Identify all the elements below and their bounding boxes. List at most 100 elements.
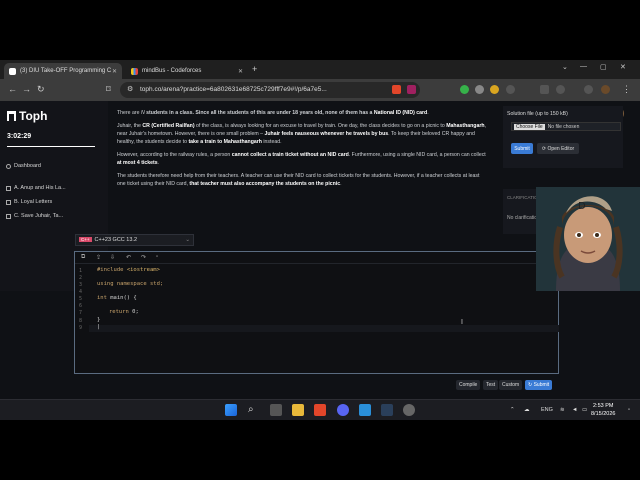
discord-icon[interactable]	[337, 404, 349, 416]
url-text: toph.co/arena?practice=6a802631e68725c72…	[140, 86, 327, 93]
battery-icon[interactable]: ▭	[582, 407, 587, 413]
custom-button[interactable]: Custom	[499, 380, 523, 390]
maximize-icon[interactable]: ▢	[600, 63, 607, 71]
back-icon[interactable]: ←	[8, 84, 17, 94]
vscode-icon[interactable]	[359, 404, 371, 416]
sidebar-item-problem-b[interactable]: B. Loyal Letters	[6, 199, 52, 205]
search-icon[interactable]: ⌕	[248, 404, 260, 416]
clock-time: 2:53 PM	[592, 403, 614, 409]
toph-favicon-icon	[9, 67, 16, 75]
tab-toph[interactable]: (3) DIU Take-OFF Programming C ✕	[4, 63, 122, 79]
clock[interactable]: 2:53 PM 8/15/2026	[591, 402, 615, 418]
address-bar[interactable]: toph.co/arena?practice=6a802631e68725c72…	[120, 82, 420, 98]
undo-icon[interactable]: ↶	[126, 254, 131, 261]
brave-shield-icon[interactable]	[392, 85, 401, 94]
tab-label: (3) DIU Take-OFF Programming C	[20, 68, 112, 74]
problem-paragraph: Juhair, the CR (Certified Railfan) of th…	[117, 123, 486, 145]
onedrive-icon[interactable]: ☁	[524, 407, 530, 413]
close-tab-icon[interactable]: ✕	[238, 68, 243, 75]
tab-search-icon[interactable]: ⌄	[562, 63, 568, 71]
chevron-down-icon: ⌄	[185, 237, 190, 243]
minimize-icon[interactable]: —	[580, 63, 587, 70]
logo-text: Toph	[19, 109, 48, 123]
problem-paragraph: However, according to the railway rules,…	[117, 152, 486, 166]
line-number: 8	[79, 318, 83, 324]
browser-toolbar: ← → ↻ ⌑ toph.co/arena?practice=6a802631e…	[0, 79, 640, 101]
taskbar: ⌕ ⌃ ☁ ENG ≋ ◄ ▭ 2:53 PM 8/15/2026 ▫	[0, 399, 640, 420]
wallet-icon[interactable]	[584, 85, 593, 94]
brave-rewards-icon[interactable]	[407, 85, 416, 94]
download-icon[interactable]: ⇩	[110, 254, 115, 261]
bookmarks-icon[interactable]: ⌑	[106, 84, 111, 94]
problem-paragraph: The students therefore need help from th…	[117, 173, 480, 187]
extension-yellow-icon[interactable]	[490, 85, 499, 94]
extension-gray-icon[interactable]	[475, 85, 484, 94]
sidebar-item-label: A. Anup and His La...	[14, 185, 66, 191]
site-info-icon[interactable]: ⚙	[127, 85, 133, 95]
chevron-up-icon[interactable]: ⌃	[510, 407, 515, 413]
wifi-icon[interactable]: ≋	[560, 407, 565, 413]
browser-tab-strip: (3) DIU Take-OFF Programming C ✕ mindBus…	[0, 60, 640, 79]
solution-upload-box: Solution file (up to 150 kB) Choose File…	[503, 106, 623, 168]
file-chooser[interactable]: Choose File No file chosen	[511, 122, 621, 131]
line-number: 9	[79, 325, 83, 331]
copy-icon[interactable]: ⧉	[81, 254, 85, 261]
extension-green-icon[interactable]	[460, 85, 469, 94]
toph-logo[interactable]: Toph	[7, 109, 47, 123]
menu-icon[interactable]: ⋮	[622, 84, 631, 94]
sidebar-item-problem-a[interactable]: A. Anup and His La...	[6, 185, 66, 191]
codeforces-favicon-icon	[131, 67, 138, 75]
obs-icon[interactable]	[403, 404, 415, 416]
line-number: 6	[79, 303, 83, 309]
code-line: int main() {	[97, 295, 137, 301]
screen: (3) DIU Take-OFF Programming C ✕ mindBus…	[0, 60, 640, 420]
open-editor-button[interactable]: ⟳ Open Editor	[537, 143, 579, 154]
submit-file-button[interactable]: Submit	[511, 143, 533, 154]
sidebar-toggle-icon[interactable]	[540, 85, 549, 94]
test-button[interactable]: Test	[483, 380, 499, 390]
brave-browser-icon[interactable]	[314, 404, 326, 416]
forward-icon[interactable]: →	[22, 84, 31, 94]
notification-icon[interactable]: ▫	[628, 407, 630, 413]
character-portrait: D	[536, 187, 640, 291]
code-line: using namespace std;	[97, 281, 164, 287]
volume-icon[interactable]: ◄	[572, 407, 577, 413]
choose-file-button[interactable]: Choose File	[514, 124, 545, 130]
code-line: return 0;	[109, 309, 139, 315]
code-line: #include <iostream>	[97, 267, 160, 273]
settings-icon[interactable]: ▫	[156, 254, 158, 260]
language-indicator[interactable]: ENG	[541, 407, 553, 413]
tab-codeforces[interactable]: mindBus - Codeforces ✕	[126, 63, 248, 79]
language-select[interactable]: C++ C++23 GCC 13.2 ⌄	[75, 234, 194, 246]
code-editor[interactable]: ⧉ ⇪ ⇩ ↶ ↷ ▫ 1 2 3 4 5 6 7 8 9 #include <…	[74, 251, 559, 374]
toph-logo-icon	[7, 111, 16, 121]
language-label: C++23 GCC 13.2	[94, 237, 138, 243]
upload-icon[interactable]: ⇪	[96, 254, 101, 261]
active-line-highlight	[89, 325, 559, 332]
start-icon[interactable]	[225, 404, 237, 416]
code-line: |	[97, 324, 101, 330]
dashboard-icon	[6, 163, 11, 169]
window-close-icon[interactable]: ✕	[620, 63, 626, 71]
vpn-icon[interactable]	[556, 85, 565, 94]
timer-progress-bar	[7, 146, 95, 147]
task-view-icon[interactable]	[270, 404, 282, 416]
submit-code-button[interactable]: ↻ Submit	[525, 380, 553, 390]
new-tab-icon[interactable]: +	[252, 64, 257, 74]
sidebar-item-dashboard[interactable]: Dashboard	[6, 163, 41, 169]
close-tab-icon[interactable]: ✕	[112, 68, 117, 75]
reload-icon[interactable]: ↻	[37, 84, 45, 94]
file-explorer-icon[interactable]	[292, 404, 304, 416]
line-number: 2	[79, 275, 83, 281]
no-file-text: No file chosen	[547, 124, 580, 130]
sidebar-item-problem-c[interactable]: C. Save Juhair, Ta...	[6, 213, 63, 219]
profile-avatar[interactable]	[601, 85, 610, 94]
extension-puzzle-icon[interactable]	[506, 85, 515, 94]
steam-icon[interactable]	[381, 404, 393, 416]
redo-icon[interactable]: ↷	[141, 254, 146, 261]
compile-button[interactable]: Compile	[456, 380, 481, 390]
line-number: 4	[79, 289, 83, 295]
contest-timer: 3:02:29	[7, 133, 32, 140]
checkbox-icon	[6, 213, 11, 219]
problem-paragraph: There are N students in a class. Since a…	[117, 110, 429, 116]
